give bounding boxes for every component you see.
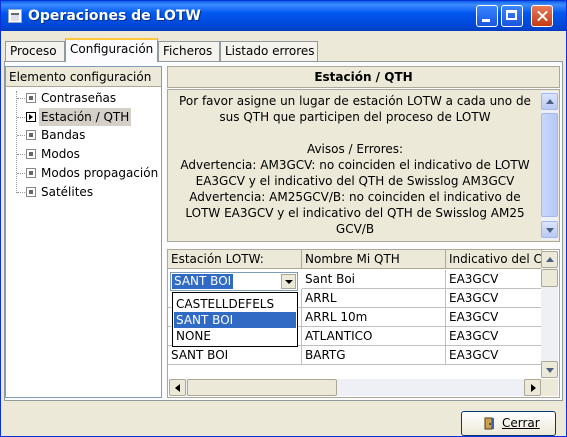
tree-header: Elemento configuración (6, 67, 161, 87)
tree-line (16, 91, 18, 193)
tab-ficheros[interactable]: Ficheros (158, 41, 220, 61)
tree-item-label: Contraseñas (41, 91, 117, 105)
tab-proceso[interactable]: Proceso (5, 41, 65, 61)
config-tree[interactable]: Elemento configuración Contraseñas Estac… (5, 66, 162, 398)
scroll-left-arrow-icon[interactable] (169, 379, 186, 396)
combo-value: SANT BOI (172, 274, 234, 289)
message-box: Por favor asigne un lugar de estación LO… (167, 89, 560, 242)
tree-item-label: Satélites (41, 185, 94, 199)
title-bar[interactable]: Operaciones de LOTW (1, 1, 566, 31)
table-cell[interactable]: EA3GCV (446, 346, 542, 365)
section-title: Estación / QTH (167, 66, 560, 88)
table-cell[interactable]: ARRL (302, 289, 446, 308)
tree-node-icon (26, 187, 36, 197)
column-header-nombre-qth[interactable]: Nombre Mi QTH (302, 250, 446, 269)
tree-item-label: Modos propagación (41, 166, 159, 180)
message-line: Por favor asigne un lugar de estación LO… (179, 94, 531, 108)
table-cell[interactable]: ARRL 10m (302, 308, 446, 327)
message-line (170, 125, 540, 141)
app-icon (8, 9, 22, 23)
table-cell[interactable]: Sant Boi (302, 270, 446, 289)
grid-hscrollbar[interactable] (169, 379, 541, 396)
message-line: EA3GCV y el indicativo del QTH de Swissl… (195, 174, 515, 188)
scroll-right-arrow-icon[interactable] (524, 379, 541, 396)
dropdown-option[interactable]: CASTELLDEFELS (174, 296, 296, 312)
table-cell[interactable]: EA3GCV (446, 327, 542, 346)
scroll-thumb[interactable] (541, 269, 558, 287)
scroll-down-arrow-icon[interactable] (541, 361, 558, 378)
message-line: LOTW EA3GCV y el indicativo del QTH de S… (185, 206, 525, 220)
table-cell[interactable]: EA3GCV (446, 289, 542, 308)
qth-grid: Estación LOTW: Nombre Mi QTH Indicativo … (167, 249, 560, 398)
scroll-down-arrow-icon[interactable] (541, 221, 558, 238)
minimize-button[interactable] (476, 5, 498, 27)
table-cell[interactable]: ATLANTICO (302, 327, 446, 346)
message-vscrollbar[interactable] (541, 91, 558, 240)
station-dropdown-list[interactable]: CASTELLDEFELS SANT BOI NONE (172, 292, 298, 347)
tree-item-label: Modos (41, 147, 80, 161)
message-line: Advertencia: AM3GCV: no coinciden el ind… (180, 158, 530, 172)
tree-node-icon (26, 130, 36, 140)
column-header-indicativo[interactable]: Indicativo del C (446, 250, 542, 269)
scroll-thumb[interactable] (187, 379, 337, 396)
chevron-down-icon[interactable] (281, 274, 296, 289)
tree-item-label: Bandas (41, 128, 86, 142)
tab-listado-errores[interactable]: Listado errores (220, 41, 318, 61)
tree-node-icon (26, 168, 36, 178)
tree-node-icon (26, 93, 36, 103)
message-line: GCV/B (335, 222, 375, 236)
message-line: Avisos / Errores: (306, 142, 404, 156)
dropdown-option[interactable]: NONE (174, 328, 296, 344)
message-text: Por favor asigne un lugar de estación LO… (170, 93, 540, 237)
close-button-label: Cerrar (502, 416, 540, 430)
main-window: Operaciones de LOTW Proceso Configuració… (0, 0, 567, 437)
message-line: Advertencia: AM25GCV/B: no coinciden el … (189, 190, 521, 204)
dropdown-option-selected[interactable]: SANT BOI (174, 312, 296, 328)
grid-vscrollbar[interactable] (541, 251, 558, 378)
door-exit-icon (484, 417, 494, 430)
close-button[interactable]: Cerrar (461, 411, 556, 436)
window-title: Operaciones de LOTW (28, 8, 201, 24)
maximize-button[interactable] (501, 5, 523, 27)
scroll-up-arrow-icon[interactable] (541, 93, 558, 110)
table-cell[interactable]: EA3GCV (446, 308, 542, 327)
column-header-estacion[interactable]: Estación LOTW: (168, 250, 302, 269)
table-cell[interactable]: BARTG (302, 346, 446, 365)
tab-configuracion[interactable]: Configuración (65, 38, 158, 62)
table-cell[interactable]: EA3GCV (446, 270, 542, 289)
table-cell[interactable]: SANT BOI (168, 346, 302, 365)
scroll-corner (541, 379, 558, 396)
scroll-thumb[interactable] (541, 113, 558, 217)
tree-node-selected-icon (26, 112, 36, 122)
message-line: sus QTH que participen del proceso de LO… (219, 110, 491, 124)
tree-item-label: Estación / QTH (39, 108, 132, 126)
tree-node-icon (26, 149, 36, 159)
close-window-button[interactable] (531, 5, 553, 27)
scroll-up-arrow-icon[interactable] (541, 251, 558, 268)
